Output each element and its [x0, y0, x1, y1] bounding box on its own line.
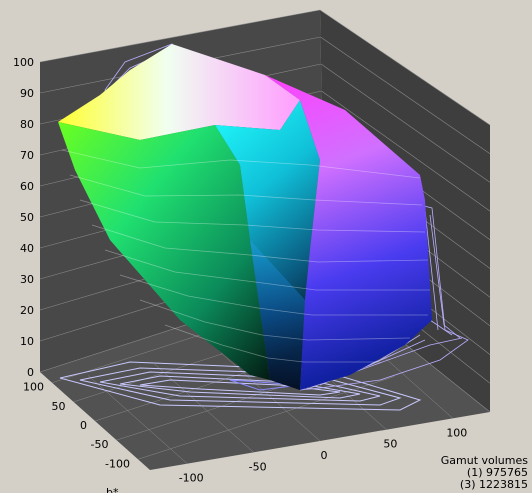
- b-tick-label: 100: [23, 381, 44, 394]
- a-tick-label: 100: [446, 426, 467, 439]
- gamut-volume-legend: Gamut volumes (1) 975765 (3) 1223815: [441, 455, 528, 491]
- z-tick-label: 10: [20, 335, 34, 348]
- z-tick-label: 80: [20, 118, 34, 131]
- z-tick-label: 90: [20, 87, 34, 100]
- a-tick-label: -100: [179, 472, 204, 485]
- a-tick-label: -50: [249, 460, 267, 473]
- z-tick-label: 60: [20, 180, 34, 193]
- b-axis-label: b*: [106, 486, 119, 493]
- legend-entry: (3) 1223815: [441, 479, 528, 491]
- b-tick-label: 50: [52, 400, 66, 413]
- b-tick-label: -100: [105, 457, 130, 470]
- z-axis-ticks: 0 10 20 30 40 50 60 70 80 90 100: [13, 56, 34, 379]
- legend-entry-value: 1223815: [479, 478, 528, 491]
- b-tick-label: -50: [91, 438, 109, 451]
- gamut-3d-chart: 0 10 20 30 40 50 60 70 80 90 100 100 50 0 -50 -100 -10…: [13, 9, 491, 493]
- a-tick-label: 50: [383, 438, 397, 451]
- gamut-plot: 0 10 20 30 40 50 60 70 80 90 100 100 50 0 -50 -100 -10…: [0, 0, 532, 493]
- z-tick-label: 70: [20, 149, 34, 162]
- z-tick-label: 0: [27, 366, 34, 379]
- z-tick-label: 40: [20, 242, 34, 255]
- a-tick-label: 0: [321, 449, 328, 462]
- z-tick-label: 100: [13, 56, 34, 69]
- z-tick-label: 20: [20, 304, 34, 317]
- legend-entry-id: (3): [459, 478, 476, 491]
- z-tick-label: 50: [20, 211, 34, 224]
- z-tick-label: 30: [20, 273, 34, 286]
- b-tick-label: 0: [80, 419, 87, 432]
